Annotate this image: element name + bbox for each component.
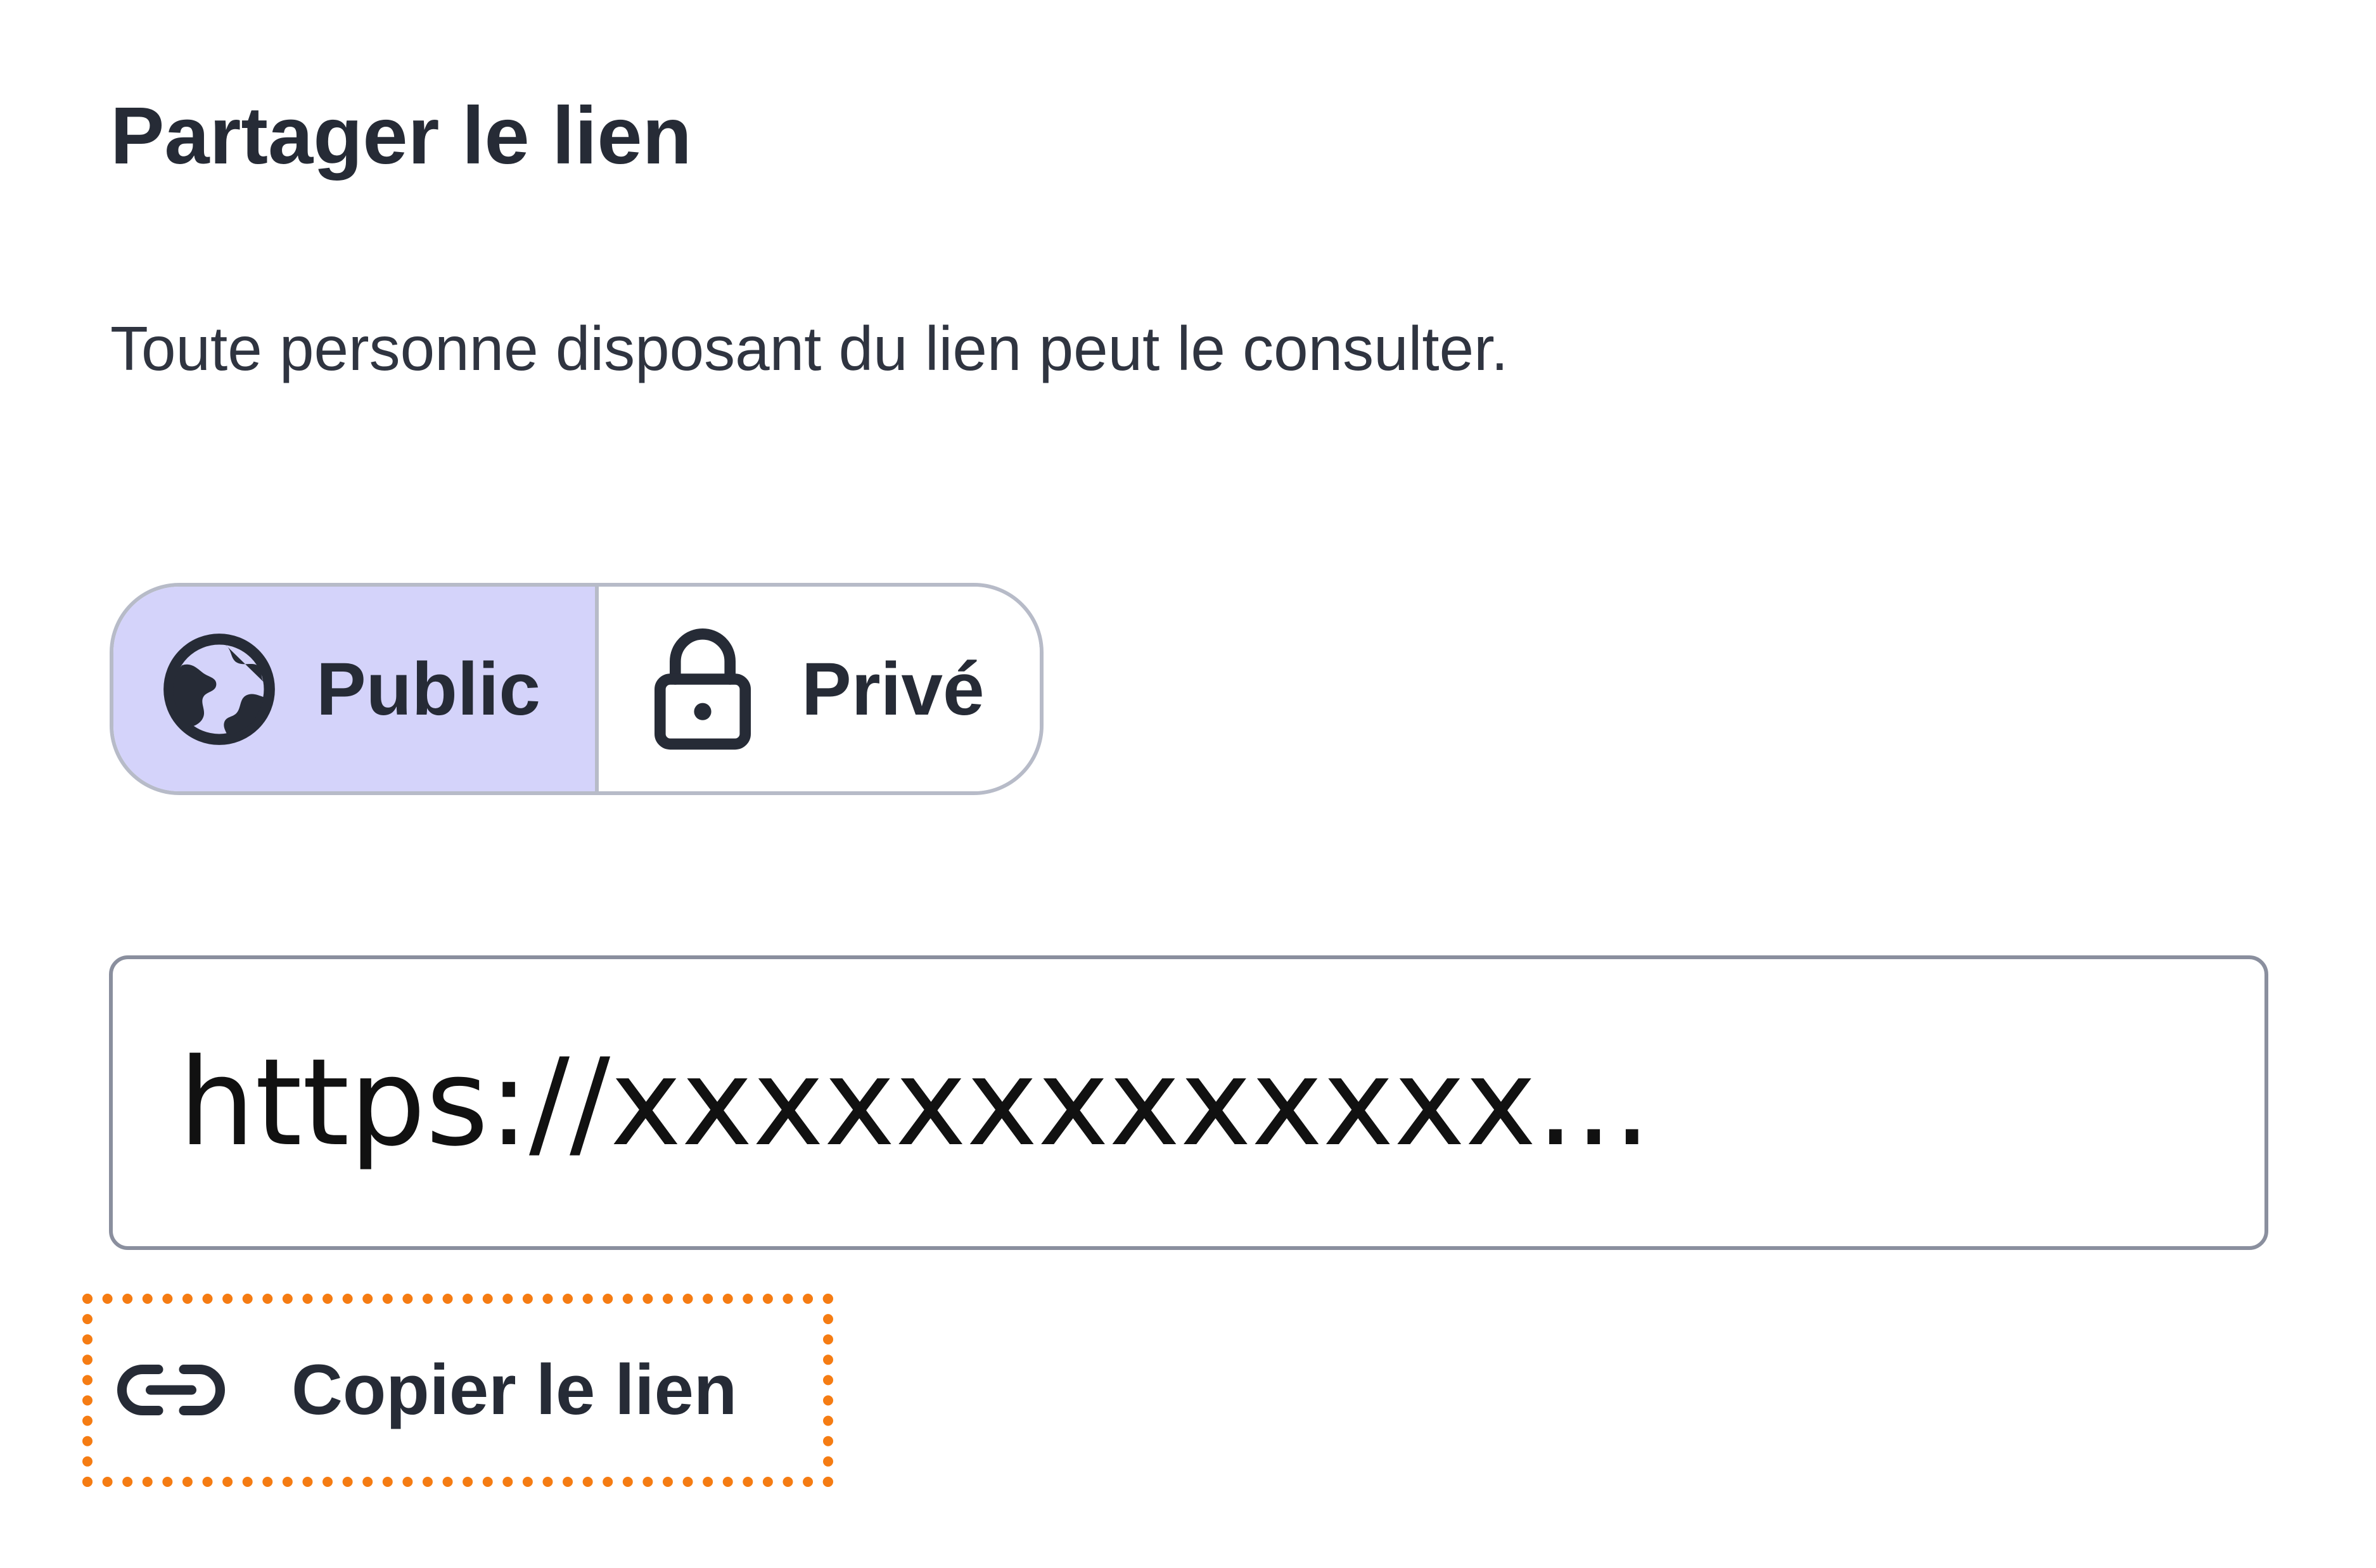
link-icon (117, 1358, 226, 1422)
visibility-option-private[interactable]: Privé (599, 587, 1040, 791)
copy-link-label: Copier le lien (291, 1350, 738, 1429)
visibility-option-public[interactable]: Public (113, 587, 599, 791)
panel-description: Toute personne disposant du lien peut le… (110, 314, 1509, 383)
visibility-toggle: Public Privé (110, 583, 1044, 795)
visibility-option-label: Privé (802, 647, 985, 731)
lock-icon (652, 626, 753, 753)
copy-link-button[interactable]: Copier le lien (117, 1354, 737, 1425)
visibility-option-label: Public (316, 647, 541, 731)
globe-icon (159, 629, 279, 749)
share-link-field[interactable]: https://xxxxxxxxxxxxx... (109, 955, 2268, 1250)
panel-title: Partager le lien (110, 91, 692, 181)
